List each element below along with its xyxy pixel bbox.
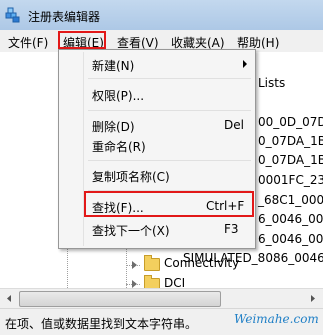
scrollbar-thumb[interactable] bbox=[19, 291, 221, 307]
tree-item-connectivity[interactable]: Connectivity bbox=[164, 256, 239, 270]
title-bar: 注册表编辑器 bbox=[0, 0, 323, 30]
edit-menu-annotation-box bbox=[58, 31, 106, 49]
edit-dropdown-menu: 新建(N) 权限(P)... 删除(D) Del 重命名(R) 复制项名称(C)… bbox=[58, 49, 256, 249]
tree-item[interactable]: 0_07DA_1B bbox=[258, 134, 323, 148]
tree-item[interactable]: 6_0046_000 bbox=[258, 232, 323, 246]
watermark: Weimahe.com bbox=[234, 312, 319, 326]
menu-item-label: 删除(D) bbox=[92, 120, 135, 134]
menu-item-label: 重命名(R) bbox=[92, 140, 146, 154]
folder-icon bbox=[144, 255, 160, 271]
menu-separator bbox=[88, 160, 251, 161]
tree-item[interactable]: 0001FC_23_ bbox=[258, 173, 323, 187]
scroll-right-icon[interactable] bbox=[306, 292, 319, 305]
menu-separator bbox=[88, 110, 251, 111]
tree-item[interactable]: _68C1_000 bbox=[258, 193, 323, 207]
menu-item-new[interactable]: 新建(N) bbox=[59, 53, 255, 75]
scroll-left-icon[interactable] bbox=[3, 292, 16, 305]
menu-item-label: 复制项名称(C) bbox=[92, 170, 170, 184]
menu-item-find-next[interactable]: 查找下一个(X) F3 bbox=[59, 218, 255, 240]
menu-item-rename[interactable]: 重命名(R) bbox=[59, 134, 255, 156]
tree-item[interactable]: Lists bbox=[258, 76, 285, 90]
submenu-arrow-icon bbox=[243, 60, 247, 68]
expand-arrow-icon[interactable] bbox=[132, 280, 137, 288]
menu-item-shortcut: F3 bbox=[224, 222, 239, 236]
tree-item[interactable]: 00_0D_07D5 bbox=[258, 115, 323, 129]
tree-item[interactable]: 0_07DA_1B- bbox=[258, 153, 323, 167]
menu-item-shortcut: Del bbox=[224, 118, 244, 132]
menu-separator bbox=[88, 78, 251, 79]
menu-file[interactable]: 文件(F) bbox=[8, 34, 48, 51]
status-text: 在项、值或数据里找到文本字符串。 bbox=[5, 317, 198, 331]
menu-item-label: 权限(P)... bbox=[92, 89, 145, 103]
tree-item[interactable]: 6_0046_000 bbox=[258, 212, 323, 226]
horizontal-scrollbar[interactable] bbox=[0, 288, 323, 308]
menu-item-delete[interactable]: 删除(D) Del bbox=[59, 114, 255, 136]
menu-item-label: 新建(N) bbox=[92, 59, 135, 73]
registry-editor-icon bbox=[5, 7, 20, 23]
window-title: 注册表编辑器 bbox=[28, 10, 101, 24]
menu-item-permissions[interactable]: 权限(P)... bbox=[59, 83, 255, 105]
menu-item-label: 查找下一个(X) bbox=[92, 224, 170, 238]
find-item-annotation-box bbox=[84, 191, 254, 217]
menu-item-copy-key-name[interactable]: 复制项名称(C) bbox=[59, 164, 255, 186]
expand-arrow-icon[interactable] bbox=[132, 261, 137, 269]
